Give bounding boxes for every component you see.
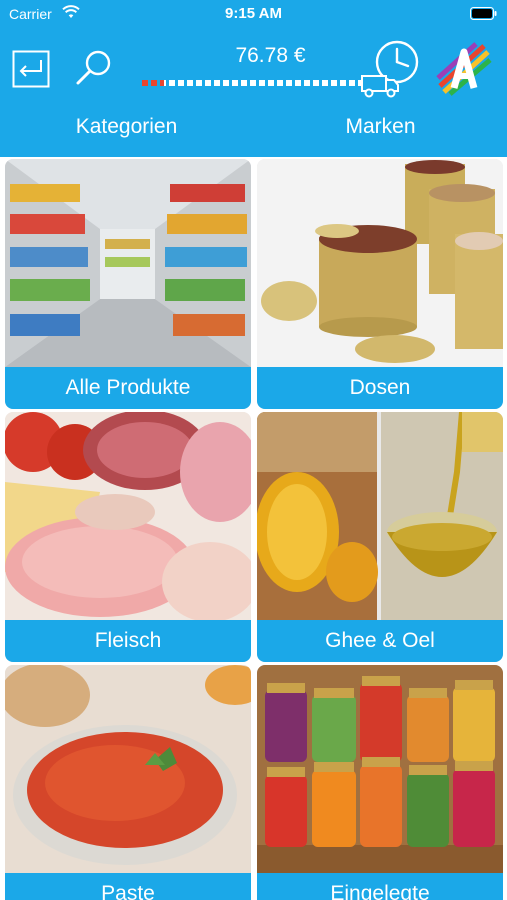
delivery-progress-fill [142, 80, 164, 86]
category-label: Alle Produkte [5, 367, 251, 409]
cart-total[interactable]: 76.78 € [213, 44, 328, 68]
category-label: Paste [5, 873, 251, 900]
battery-icon [470, 7, 497, 20]
category-label: Ghee & Oel [257, 620, 503, 662]
tab-kategorien[interactable]: Kategorien [0, 104, 253, 150]
category-image-paste [5, 665, 251, 873]
category-image-ghee-oil [257, 412, 503, 620]
search-icon[interactable] [74, 48, 114, 88]
app-logo [436, 42, 492, 96]
tab-marken[interactable]: Marken [254, 104, 507, 150]
category-image-cans [257, 159, 503, 367]
category-label: Eingelegte [257, 873, 503, 900]
category-tile-paste[interactable]: Paste [5, 665, 251, 900]
category-grid: Alle Produkte Dosen Fleisch Ghee & Oel P… [0, 157, 507, 900]
category-image-pickles [257, 665, 503, 873]
category-tile-ghee-oel[interactable]: Ghee & Oel [257, 412, 503, 662]
delivery-progress-bar [142, 80, 362, 86]
category-tile-eingelegte[interactable]: Eingelegte [257, 665, 503, 900]
status-bar: Carrier 9:15 AM [0, 0, 507, 28]
category-tile-fleisch[interactable]: Fleisch [5, 412, 251, 662]
app-header: Carrier 9:15 AM 76.78 € Kategorien Marke… [0, 0, 507, 157]
back-icon[interactable] [12, 50, 50, 88]
category-tile-dosen[interactable]: Dosen [257, 159, 503, 409]
status-time: 9:15 AM [225, 5, 282, 22]
toolbar: 76.78 € [0, 36, 507, 100]
category-label: Dosen [257, 367, 503, 409]
category-tile-alle-produkte[interactable]: Alle Produkte [5, 159, 251, 409]
delivery-truck-icon[interactable] [360, 40, 422, 98]
category-image-supermarket [5, 159, 251, 367]
category-label: Fleisch [5, 620, 251, 662]
category-image-meat [5, 412, 251, 620]
